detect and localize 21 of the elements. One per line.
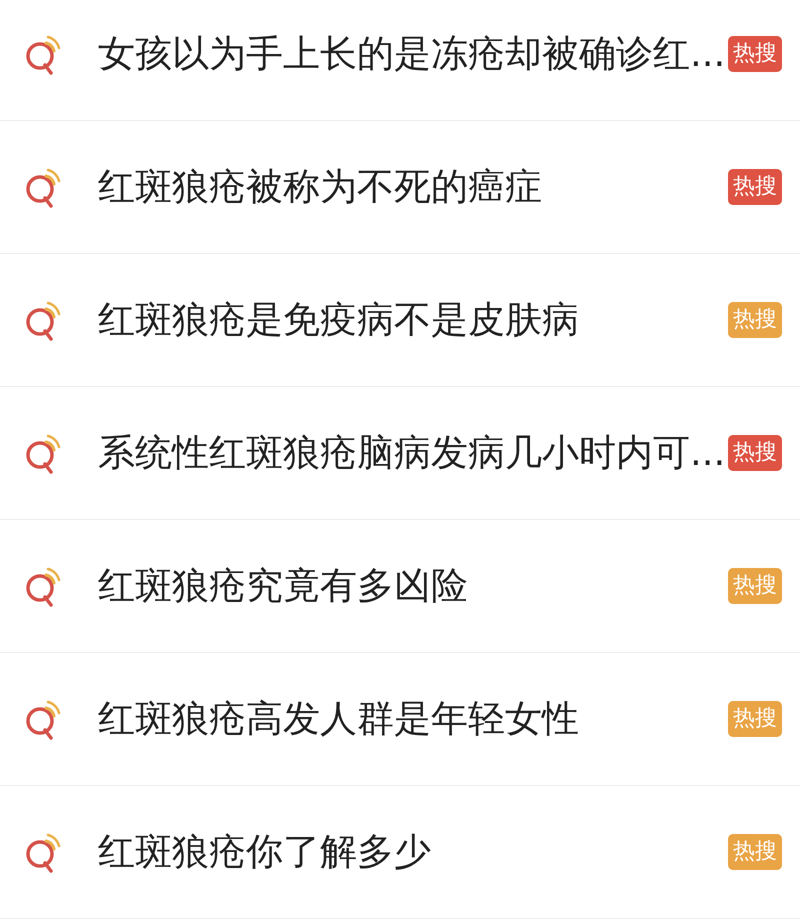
suggestion-text: 女孩以为手上长的是冻疮却被确诊红... — [98, 31, 726, 77]
hot-search-badge: 热搜 — [728, 700, 782, 738]
search-suggestion[interactable]: 系统性红斑狼疮脑病发病几小时内可... 热搜 — [0, 387, 800, 520]
hot-search-badge: 热搜 — [728, 302, 782, 338]
hot-search-badge: 热搜 — [728, 568, 782, 604]
suggestion-text: 红斑狼疮被称为不死的癌症 — [98, 164, 543, 210]
suggestion-text: 红斑狼疮是免疫病不是皮肤病 — [98, 297, 580, 343]
hot-search-badge: 热搜 — [728, 434, 782, 472]
hot-search-badge: 热搜 — [728, 168, 782, 206]
suggestion-text: 系统性红斑狼疮脑病发病几小时内可... — [98, 430, 726, 476]
search-suggestion[interactable]: 红斑狼疮你了解多少 热搜 — [0, 786, 800, 919]
search-suggestion[interactable]: 红斑狼疮是免疫病不是皮肤病 热搜 — [0, 254, 800, 387]
search-suggestion[interactable]: 红斑狼疮高发人群是年轻女性 热搜 — [0, 653, 800, 786]
search-suggestion[interactable]: 女孩以为手上长的是冻疮却被确诊红... 热搜 — [0, 0, 800, 121]
suggestion-text: 红斑狼疮究竟有多凶险 — [98, 563, 469, 609]
search-suggestion[interactable]: 红斑狼疮究竟有多凶险 热搜 — [0, 520, 800, 653]
hot-search-badge: 热搜 — [728, 36, 782, 72]
suggestion-text: 红斑狼疮你了解多少 — [98, 829, 432, 875]
hot-search-badge: 热搜 — [728, 834, 782, 870]
search-suggestion[interactable]: 红斑狼疮被称为不死的癌症 热搜 — [0, 121, 800, 254]
suggestion-text: 红斑狼疮高发人群是年轻女性 — [98, 696, 580, 742]
